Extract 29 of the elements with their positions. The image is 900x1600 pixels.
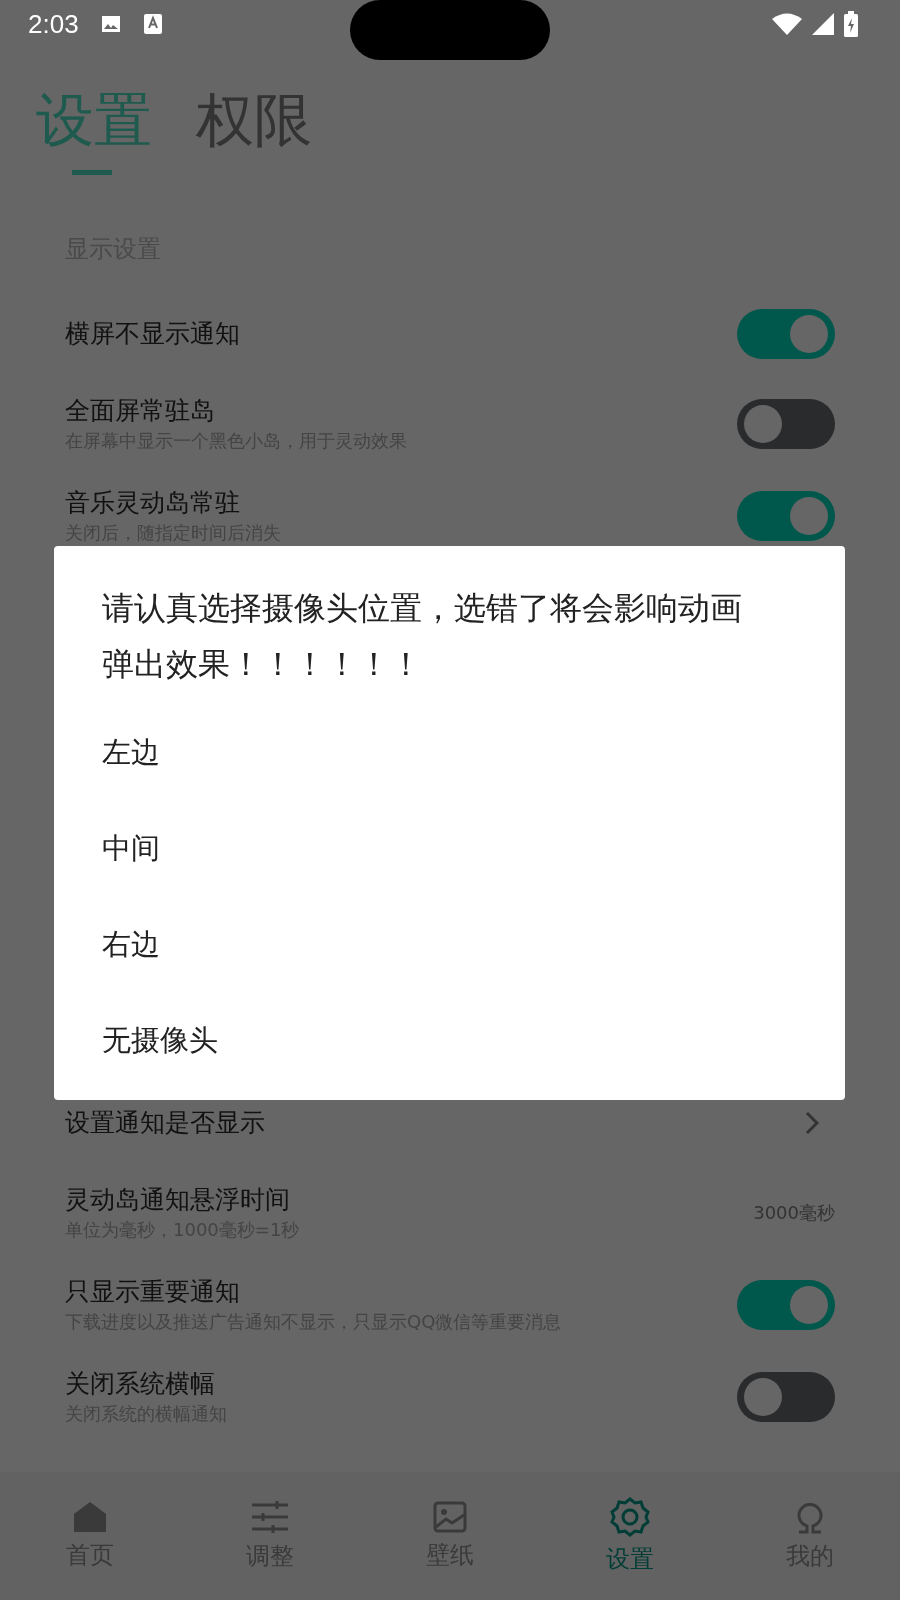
setting-title: 全面屏常驻岛	[65, 395, 215, 427]
setting-title: 音乐灵动岛常驻	[65, 487, 240, 519]
battery-icon	[844, 11, 858, 37]
signal-icon	[812, 13, 834, 35]
dialog-option[interactable]: 右边	[102, 924, 755, 1020]
image-icon	[433, 1501, 467, 1533]
toggle-switch[interactable]	[737, 1372, 835, 1422]
settings-icon	[610, 1497, 650, 1537]
toggle-switch[interactable]	[737, 399, 835, 449]
toggle-switch[interactable]	[737, 309, 835, 359]
toggle-switch[interactable]	[737, 1280, 835, 1330]
dialog-option[interactable]: 中间	[102, 828, 755, 924]
tab-indicator	[72, 170, 112, 175]
dialog-option[interactable]: 左边	[102, 732, 755, 828]
status-time: 2:03	[28, 8, 79, 40]
chevron-right-icon	[805, 1111, 819, 1135]
nav-item[interactable]: 设置	[570, 1497, 690, 1575]
dialog-message: 请认真选择摄像头位置，选错了将会影响动画弹出效果！！！！！！	[102, 588, 743, 685]
setting-title: 横屏不显示通知	[65, 318, 240, 350]
wifi-icon	[772, 13, 802, 35]
setting-title: 灵动岛通知悬浮时间	[65, 1184, 290, 1216]
toggle-switch[interactable]	[737, 491, 835, 541]
setting-title: 只显示重要通知	[65, 1276, 240, 1308]
setting-title: 设置通知是否显示	[65, 1107, 265, 1139]
home-icon	[73, 1501, 107, 1533]
font-icon	[142, 12, 163, 36]
setting-title: 关闭系统横幅	[65, 1368, 215, 1400]
sliders-icon	[251, 1500, 289, 1534]
tab[interactable]: 设置	[36, 80, 152, 160]
